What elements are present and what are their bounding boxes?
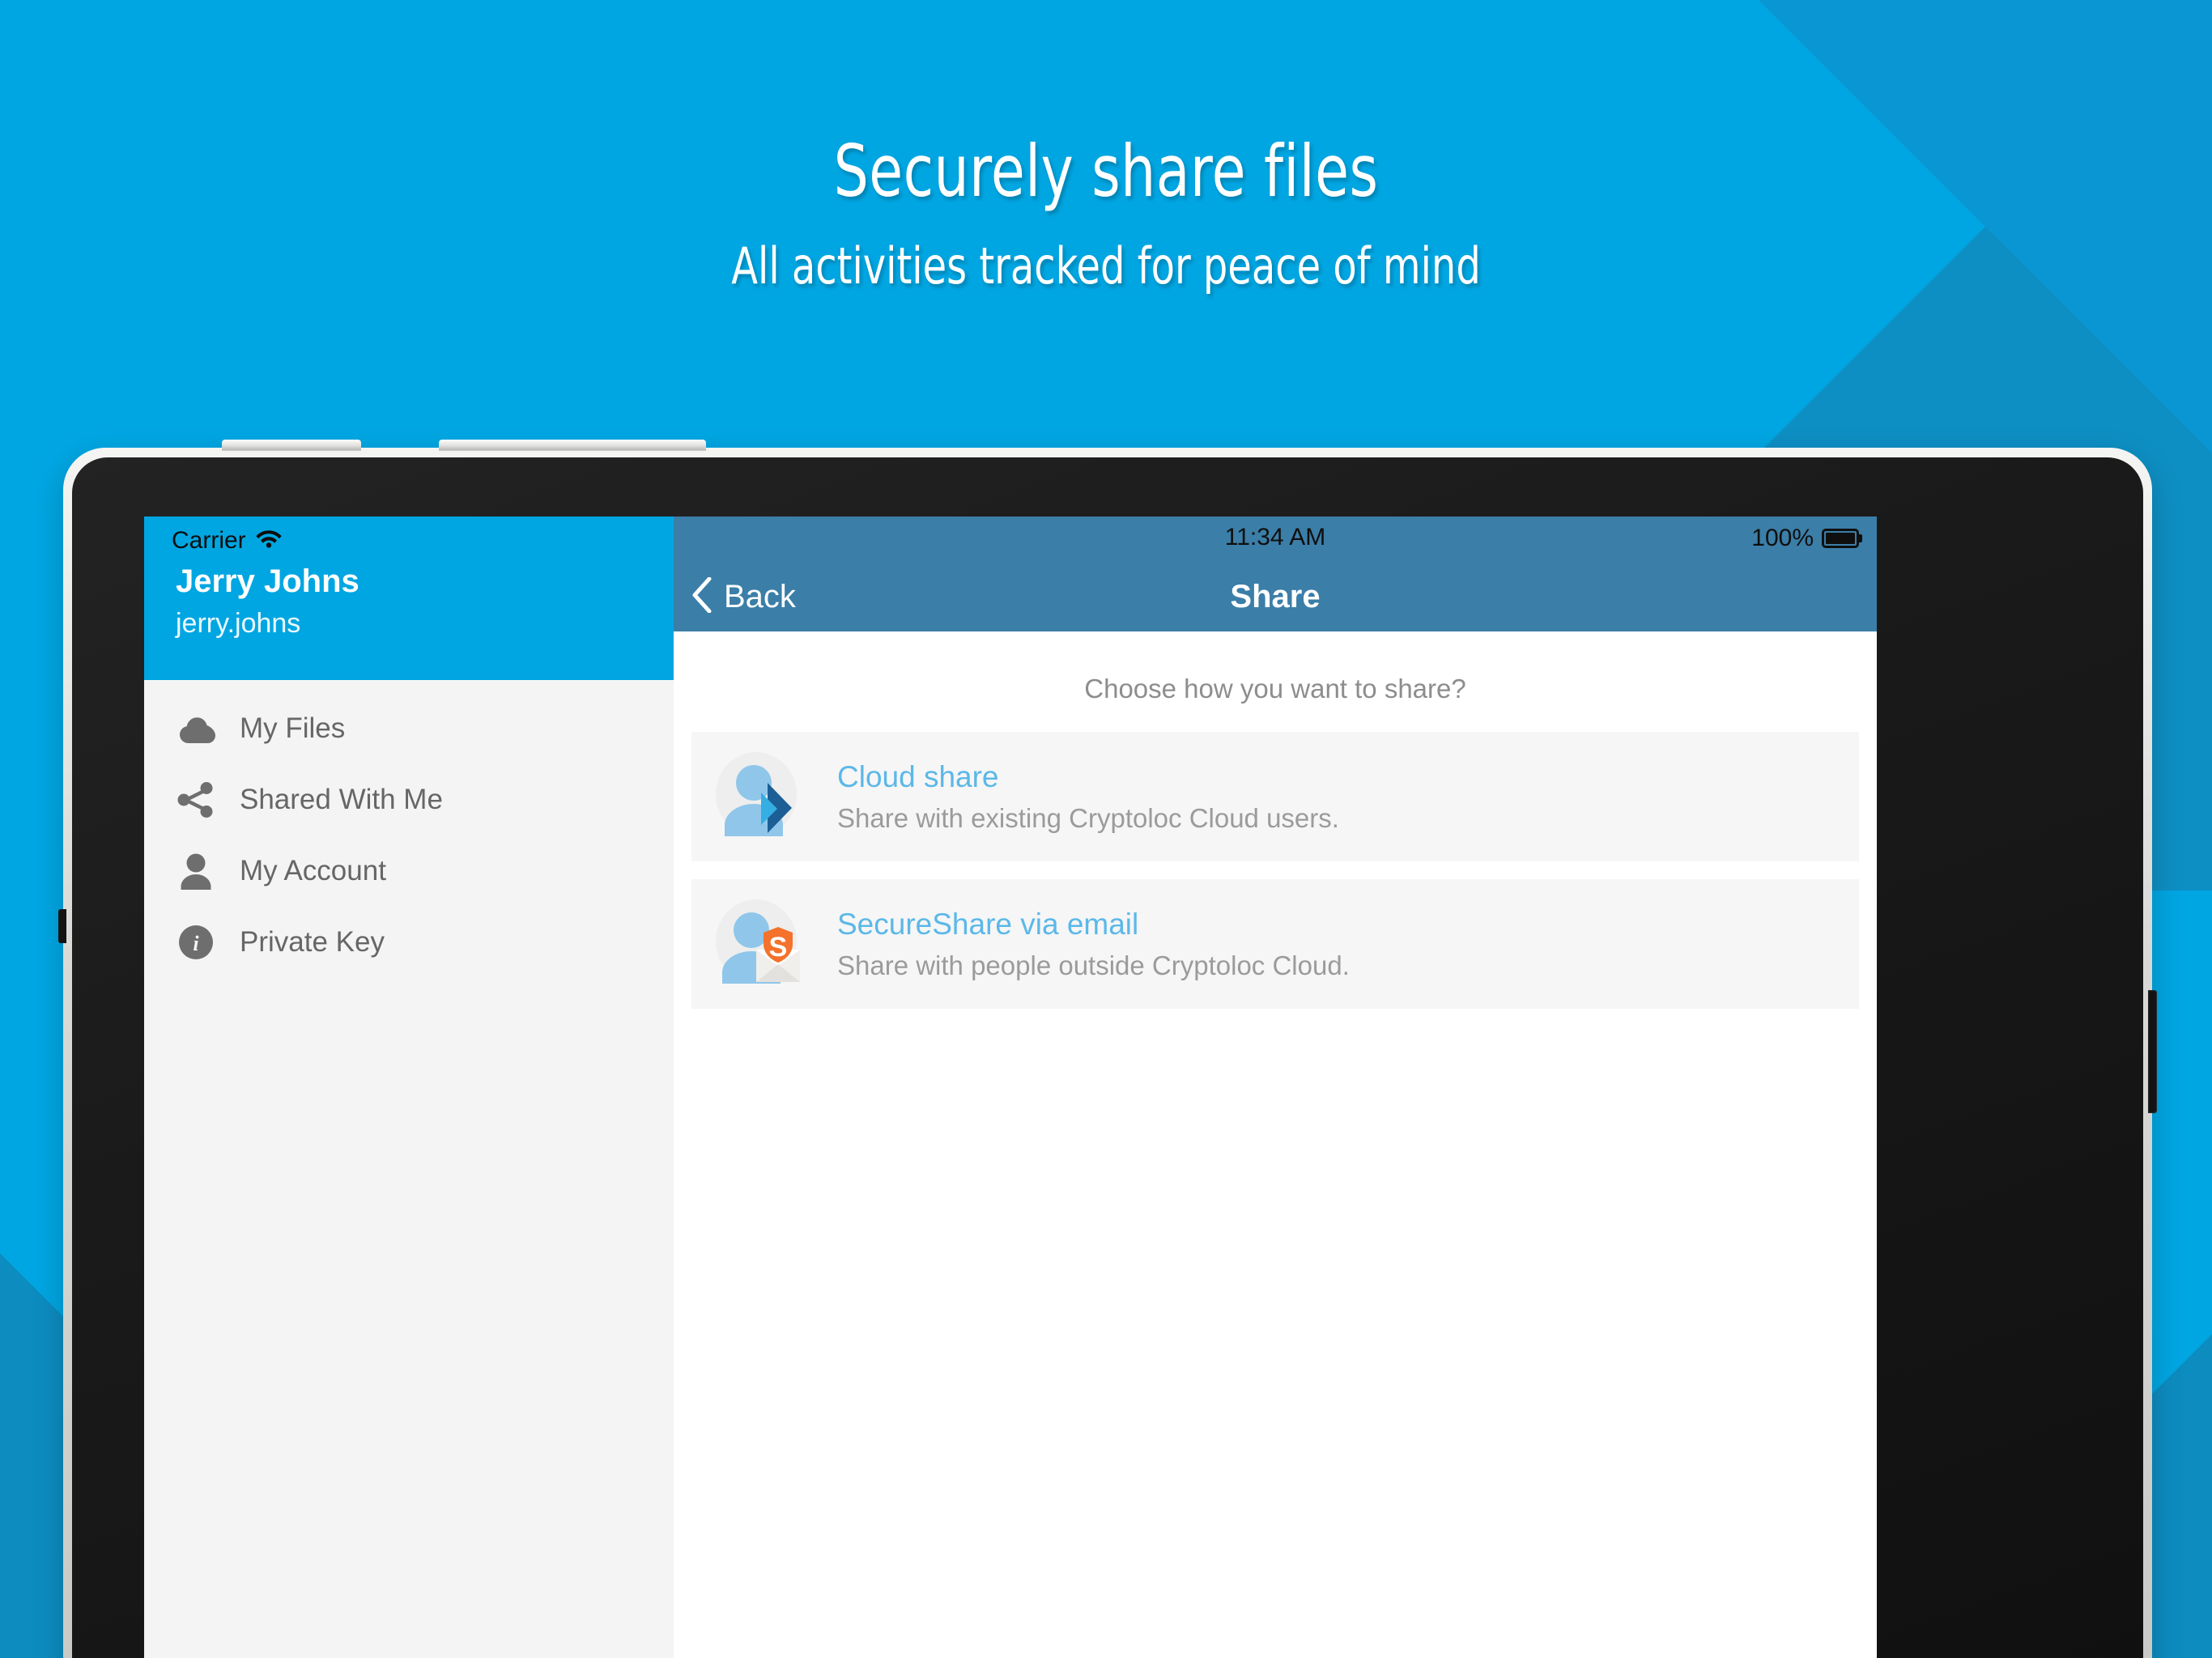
status-bar-left: Carrier (172, 527, 283, 555)
sidebar-item-private-key[interactable]: i Private Key (144, 907, 674, 978)
wifi-icon (255, 527, 283, 555)
share-nodes-icon (175, 779, 217, 821)
sidebar-header: Carrier Jerry Johns jerry.johns (144, 517, 674, 680)
share-option-description: Share with existing Cryptoloc Cloud user… (837, 802, 1339, 833)
hero-text-block: Securely share files All activities trac… (0, 0, 2212, 291)
page-title: Share (1230, 578, 1321, 614)
battery-nub (1859, 534, 1862, 542)
info-circle-icon: i (175, 921, 217, 963)
tablet-left-side-button[interactable] (58, 909, 66, 943)
person-icon (175, 850, 217, 892)
sidebar-user-handle: jerry.johns (176, 608, 301, 639)
sidebar: Carrier Jerry Johns jerry.johns My Files… (144, 517, 674, 1658)
share-option-description: Share with people outside Cryptoloc Clou… (837, 950, 1350, 980)
share-option-text: SecureShare via email Share with people … (837, 906, 1350, 982)
sidebar-item-my-files[interactable]: My Files (144, 693, 674, 764)
tablet-volume-button[interactable] (2148, 990, 2157, 1113)
status-bar-time: 11:34 AM (1224, 524, 1326, 551)
share-option-title: SecureShare via email (837, 908, 1139, 942)
sidebar-item-label: Shared With Me (240, 784, 443, 815)
share-option-text: Cloud share Share with existing Cryptolo… (837, 759, 1339, 835)
screenshot-root: Securely share files All activities trac… (0, 0, 2212, 1658)
sidebar-item-label: My Account (240, 855, 386, 886)
sidebar-nav-list: My Files Shared With Me My Account i Pri… (144, 680, 674, 978)
user-shield-envelope-icon: S (709, 891, 815, 997)
share-option-cloud-share[interactable]: Cloud share Share with existing Cryptolo… (691, 732, 1859, 861)
sidebar-item-label: My Files (240, 712, 346, 744)
hero-title: Securely share files (833, 130, 1379, 213)
sidebar-item-label: Private Key (240, 926, 385, 958)
hero-subtitle: All activities tracked for peace of mind (731, 236, 1481, 295)
svg-text:i: i (193, 932, 199, 955)
sidebar-item-my-account[interactable]: My Account (144, 835, 674, 907)
share-option-secureshare-email[interactable]: S SecureShare via email Share with peopl… (691, 879, 1859, 1009)
sidebar-user-name: Jerry Johns (176, 563, 359, 599)
tablet-top-button-left[interactable] (222, 440, 361, 450)
sidebar-item-shared-with-me[interactable]: Shared With Me (144, 764, 674, 835)
share-prompt: Choose how you want to share? (1084, 674, 1466, 704)
share-option-title: Cloud share (837, 760, 999, 794)
main-panel: 11:34 AM 100% Back Share Choose how you … (674, 517, 1877, 1658)
carrier-label: Carrier (172, 527, 246, 554)
battery-percent-label: 100% (1751, 525, 1814, 551)
status-bar-battery: 100% (1751, 525, 1862, 552)
status-bar: 11:34 AM 100% (674, 517, 1877, 562)
app-screen: Carrier Jerry Johns jerry.johns My Files… (144, 517, 1877, 1658)
navigation-bar: Back Share (674, 562, 1877, 631)
tablet-top-button-right[interactable] (439, 440, 706, 450)
svg-text:S: S (769, 932, 788, 963)
cloud-icon (175, 708, 217, 750)
battery-level-fill (1826, 533, 1855, 544)
battery-full-icon (1822, 529, 1862, 548)
user-cryptoloc-badge-icon (709, 744, 815, 849)
